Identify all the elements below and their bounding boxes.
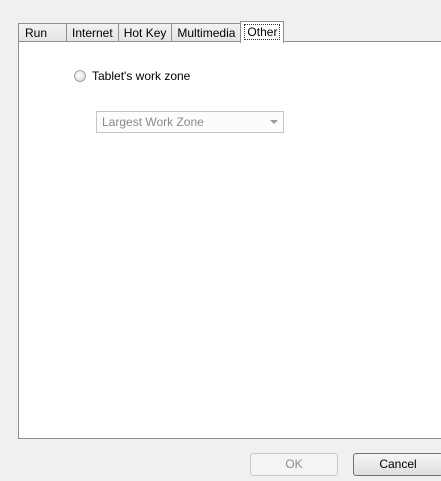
- tab-multimedia[interactable]: Multimedia: [171, 23, 242, 42]
- chevron-down-icon[interactable]: [265, 112, 283, 132]
- tab-strip: Run Internet Hot Key Multimedia Other: [18, 21, 285, 43]
- work-zone-radio-row[interactable]: Tablet's work zone: [74, 69, 190, 83]
- tab-internet-label: Internet: [72, 26, 113, 40]
- tab-hot-key[interactable]: Hot Key: [117, 23, 173, 42]
- work-zone-radio-label: Tablet's work zone: [92, 69, 191, 83]
- tab-other-label: Other: [244, 24, 281, 40]
- work-zone-select-value: Largest Work Zone: [102, 115, 204, 129]
- cancel-button[interactable]: Cancel: [353, 453, 441, 476]
- work-zone-radio[interactable]: [74, 70, 86, 82]
- tab-panel-other: Tablet's work zone Largest Work Zone: [18, 41, 441, 439]
- tab-other[interactable]: Other: [240, 21, 285, 43]
- ok-button[interactable]: OK: [250, 453, 338, 476]
- work-zone-select[interactable]: Largest Work Zone: [96, 111, 284, 133]
- tab-multimedia-label: Multimedia: [177, 26, 236, 40]
- tab-run-label: Run: [25, 26, 48, 40]
- settings-dialog: Run Internet Hot Key Multimedia Other Ta…: [0, 0, 441, 481]
- tab-internet[interactable]: Internet: [66, 23, 119, 42]
- tab-hot-key-label: Hot Key: [123, 26, 167, 40]
- tab-run[interactable]: Run: [18, 23, 67, 42]
